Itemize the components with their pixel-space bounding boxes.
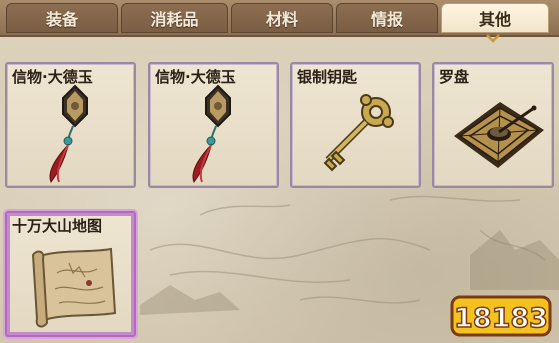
tab-other[interactable]: 其他 [441, 3, 549, 33]
tab-intel[interactable]: 情报 [336, 3, 438, 33]
active-tab-indicator-icon [486, 34, 500, 43]
key-icon [323, 94, 394, 172]
tab-equipment[interactable]: 装备 [6, 3, 118, 33]
site-watermark-logo: 18183 [450, 295, 552, 337]
item-name: 罗盘 [439, 68, 470, 86]
item-card-jade-2[interactable]: 信物·大德玉 [148, 62, 279, 188]
item-card-silver-key[interactable]: 银制钥匙 [290, 62, 421, 188]
item-name: 十万大山地图 [12, 217, 103, 235]
jade-pendant-icon [49, 84, 88, 184]
category-tab-bar: 装备 消耗品 材料 情报 其他 [0, 0, 559, 37]
compass-icon [454, 102, 544, 168]
tab-consumables[interactable]: 消耗品 [121, 3, 228, 33]
jade-pendant-icon [192, 84, 231, 184]
watermark-text: 18183 [454, 303, 548, 334]
item-card-map[interactable]: 十万大山地图 [5, 211, 136, 337]
item-card-compass[interactable]: 罗盘 [432, 62, 554, 188]
tab-materials[interactable]: 材料 [231, 3, 333, 33]
item-name: 银制钥匙 [297, 68, 358, 86]
map-scroll-icon [31, 247, 117, 328]
item-card-jade-1[interactable]: 信物·大德玉 [5, 62, 136, 188]
